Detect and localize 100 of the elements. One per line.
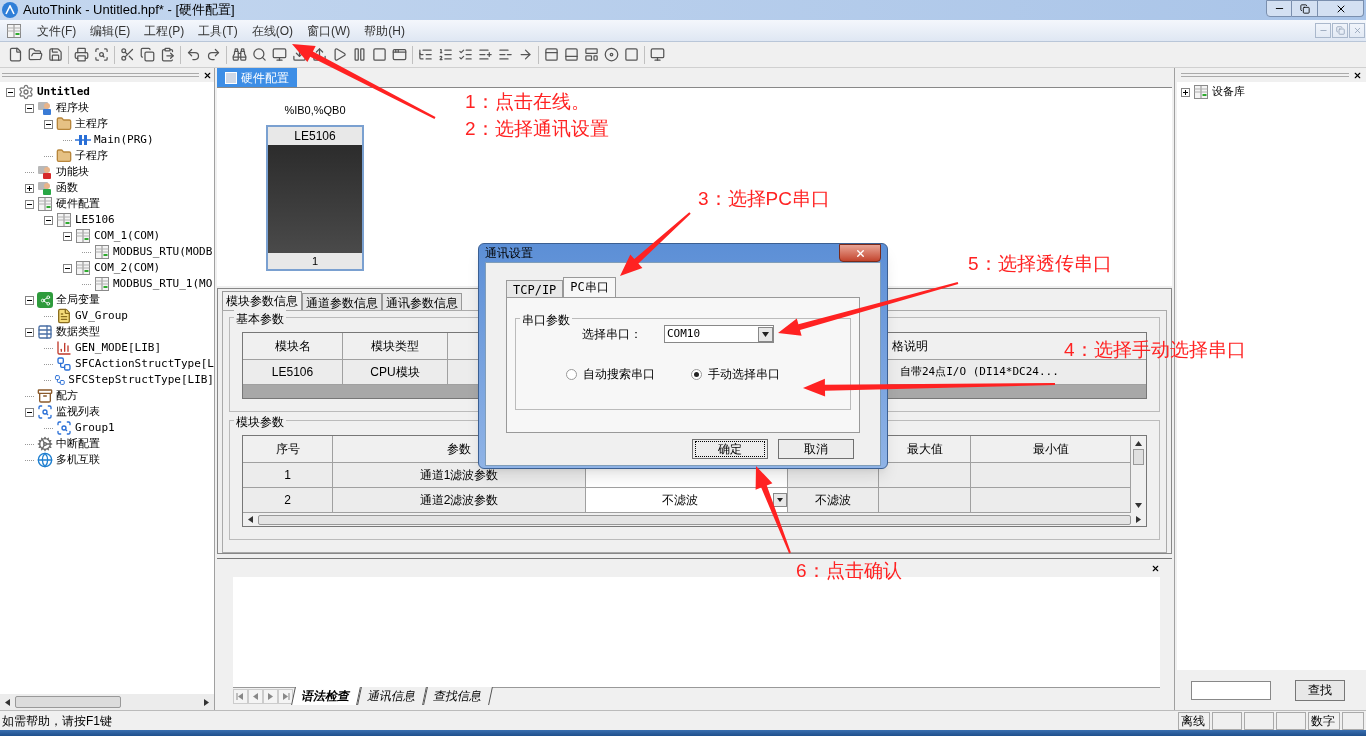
property-tab[interactable]: 模块参数信息 bbox=[222, 291, 302, 310]
scroll-down-icon[interactable] bbox=[1135, 502, 1142, 509]
tree-item[interactable]: 多机互联 bbox=[56, 451, 100, 469]
collapse-toggle-icon[interactable] bbox=[63, 263, 72, 273]
list-check-icon[interactable] bbox=[458, 47, 473, 62]
search-button[interactable]: 查找 bbox=[1295, 679, 1345, 701]
menu-item[interactable]: 工具(T) bbox=[191, 21, 245, 40]
tree-item[interactable]: 函数 bbox=[56, 179, 78, 197]
paste-icon[interactable] bbox=[160, 47, 175, 62]
port-dropdown[interactable]: COM10 bbox=[664, 325, 774, 343]
previous-icon[interactable] bbox=[248, 688, 263, 704]
collapse-toggle-icon[interactable] bbox=[25, 103, 34, 113]
close-icon[interactable] bbox=[1353, 70, 1362, 80]
scroll-up-icon[interactable] bbox=[1135, 440, 1142, 447]
tree-item[interactable]: 数据类型 bbox=[56, 323, 100, 341]
panel-top-icon[interactable] bbox=[544, 47, 559, 62]
list-tree-icon[interactable] bbox=[418, 47, 433, 62]
menu-item[interactable]: 帮助(H) bbox=[357, 21, 412, 40]
menu-item[interactable]: 在线(O) bbox=[244, 21, 300, 40]
list-add-icon[interactable] bbox=[478, 47, 493, 62]
new-file-icon[interactable] bbox=[8, 47, 23, 62]
scroll-left-icon[interactable] bbox=[247, 516, 254, 523]
open-folder-icon[interactable] bbox=[28, 47, 43, 62]
output-tab[interactable]: 语法检查 bbox=[291, 687, 361, 705]
collapse-toggle-icon[interactable] bbox=[25, 295, 34, 305]
tree-item[interactable]: 硬件配置 bbox=[56, 195, 100, 213]
binoculars-icon[interactable] bbox=[232, 47, 247, 62]
dialog-tab[interactable]: PC串口 bbox=[563, 277, 616, 297]
play-icon[interactable] bbox=[332, 47, 347, 62]
tree-item[interactable]: 中断配置 bbox=[56, 435, 100, 453]
dropdown[interactable]: 不滤波 bbox=[586, 488, 788, 513]
output-tab[interactable]: 查找信息 bbox=[423, 687, 493, 705]
plc-module[interactable]: LE5106 1 bbox=[266, 124, 364, 271]
first-page-icon[interactable] bbox=[233, 688, 248, 704]
monitor-icon[interactable] bbox=[272, 47, 287, 62]
menu-item[interactable]: 工程(P) bbox=[137, 21, 192, 40]
tree-item[interactable]: 程序块 bbox=[56, 99, 89, 117]
collapse-toggle-icon[interactable] bbox=[63, 231, 72, 241]
menu-item[interactable]: 编辑(E) bbox=[83, 21, 138, 40]
tree-item[interactable]: COM_1(COM) bbox=[94, 227, 161, 245]
property-tab[interactable]: 通讯参数信息 bbox=[382, 293, 462, 310]
collapse-toggle-icon[interactable] bbox=[25, 199, 34, 209]
tree-item[interactable]: SFCActionStructType[L bbox=[74, 355, 214, 373]
arrow-right-icon[interactable] bbox=[518, 47, 533, 62]
stop-icon[interactable] bbox=[372, 47, 387, 62]
scroll-left-icon[interactable] bbox=[4, 698, 11, 706]
expand-toggle-icon[interactable] bbox=[25, 183, 34, 193]
collapse-toggle-icon[interactable] bbox=[25, 407, 34, 417]
tree-item[interactable]: MODBUS_RTU_1(MO bbox=[113, 275, 213, 293]
scroll-thumb[interactable] bbox=[15, 696, 121, 708]
collapse-toggle-icon[interactable] bbox=[44, 215, 53, 225]
collapse-toggle-icon[interactable] bbox=[25, 327, 34, 337]
list-remove-icon[interactable] bbox=[498, 47, 513, 62]
tree-item[interactable]: LE5106 bbox=[75, 211, 115, 229]
panel-bottom-icon[interactable] bbox=[564, 47, 579, 62]
collapse-toggle-icon[interactable] bbox=[44, 119, 53, 129]
tree-item[interactable]: MODBUS_RTU(MODB bbox=[113, 243, 213, 261]
scroll-thumb[interactable] bbox=[258, 514, 1131, 525]
monitor-icon[interactable] bbox=[650, 47, 665, 62]
search-field[interactable] bbox=[1191, 680, 1271, 700]
horizontal-scrollbar[interactable] bbox=[0, 694, 214, 710]
dialog-tab[interactable]: TCP/IP bbox=[506, 280, 564, 297]
ok-button[interactable]: 确定 bbox=[692, 439, 768, 459]
scroll-thumb[interactable] bbox=[1133, 449, 1144, 465]
print-icon[interactable] bbox=[74, 47, 89, 62]
last-page-icon[interactable] bbox=[278, 688, 293, 704]
layout-icon[interactable] bbox=[584, 47, 599, 62]
tree-item[interactable]: Group1 bbox=[75, 419, 115, 437]
window-icon[interactable] bbox=[392, 47, 407, 62]
search-icon[interactable] bbox=[252, 47, 267, 62]
tree-item[interactable]: 全局变量 bbox=[56, 291, 100, 309]
tree-item[interactable]: SFCStepStructType[LIB] bbox=[68, 371, 214, 389]
menu-item[interactable]: 文件(F) bbox=[30, 21, 84, 40]
horizontal-scrollbar[interactable] bbox=[243, 513, 1146, 526]
tree-item[interactable]: 设备库 bbox=[1212, 83, 1245, 101]
expand-toggle-icon[interactable] bbox=[1181, 87, 1190, 97]
print-preview-icon[interactable] bbox=[94, 47, 109, 62]
tree-item[interactable]: Untitled bbox=[37, 83, 90, 101]
scroll-right-icon[interactable] bbox=[1135, 516, 1142, 523]
menu-item[interactable]: 窗口(W) bbox=[300, 21, 358, 40]
tree-item[interactable]: GEN_MODE[LIB] bbox=[75, 339, 162, 357]
pause-icon[interactable] bbox=[352, 47, 367, 62]
close-icon[interactable] bbox=[203, 70, 212, 80]
property-tab[interactable]: 通道参数信息 bbox=[302, 293, 382, 310]
radio-button[interactable] bbox=[691, 368, 702, 380]
radio-button[interactable] bbox=[566, 368, 577, 380]
tree-item[interactable]: 子程序 bbox=[75, 147, 108, 165]
tree-item[interactable]: 监视列表 bbox=[56, 403, 100, 421]
cancel-button[interactable]: 取消 bbox=[778, 439, 854, 459]
output-tab[interactable]: 通讯信息 bbox=[357, 687, 427, 705]
square-icon[interactable] bbox=[624, 47, 639, 62]
save-icon[interactable] bbox=[48, 47, 63, 62]
collapse-toggle-icon[interactable] bbox=[6, 87, 15, 97]
undo-icon[interactable] bbox=[186, 47, 201, 62]
redo-icon[interactable] bbox=[206, 47, 221, 62]
restore-button[interactable] bbox=[1292, 0, 1318, 17]
scroll-right-icon[interactable] bbox=[203, 698, 210, 706]
copy-icon[interactable] bbox=[140, 47, 155, 62]
next-icon[interactable] bbox=[263, 688, 278, 704]
vertical-scrollbar[interactable] bbox=[1131, 436, 1146, 513]
